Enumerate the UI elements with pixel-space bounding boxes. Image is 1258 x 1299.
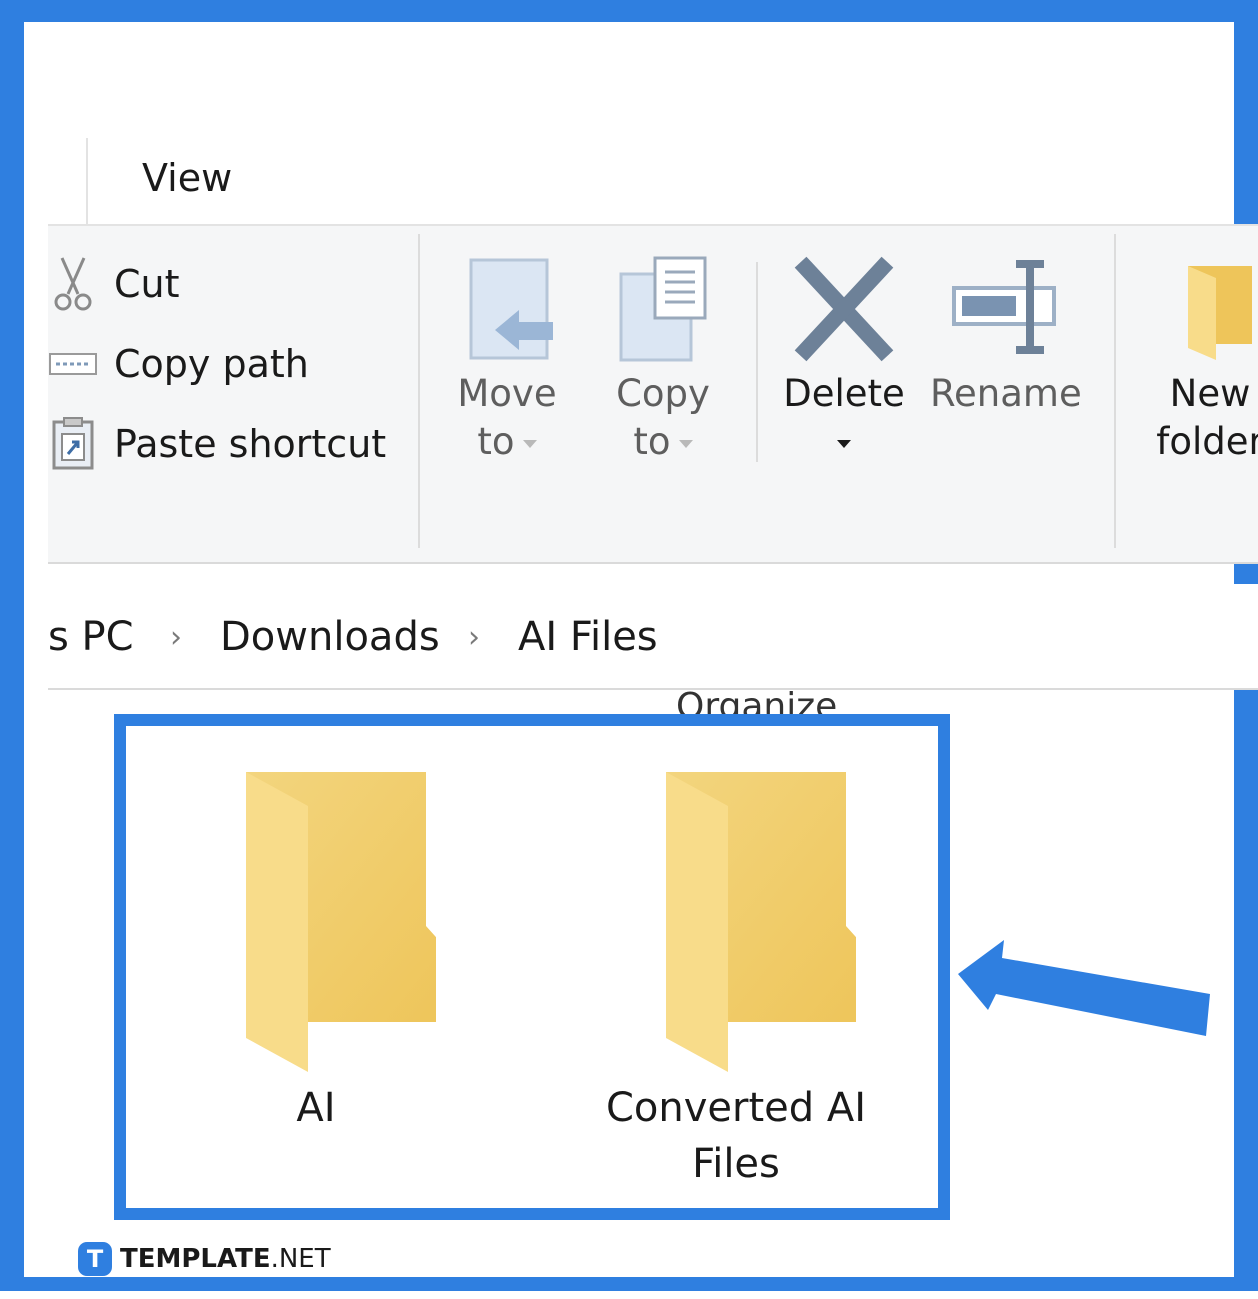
paste-shortcut-button[interactable]: Paste shortcut (48, 414, 386, 474)
folder-item-ai[interactable]: AI (146, 766, 486, 1136)
copy-to-button[interactable]: Copy to (608, 256, 718, 466)
paste-shortcut-label: Paste shortcut (114, 422, 387, 466)
rename-label: Rename (930, 372, 1082, 415)
breadcrumb-downloads[interactable]: Downloads (220, 614, 440, 660)
folder-label-line2: Files (692, 1141, 780, 1187)
chevron-down-icon (678, 439, 693, 448)
highlight-frame: View Cut Copy path Paste shortcut Move t… (0, 0, 1258, 1291)
cut-button[interactable]: Cut (48, 254, 180, 314)
delete-button[interactable]: Delete (780, 256, 908, 466)
move-to-label-line2-wrap: to (452, 418, 562, 466)
copy-to-icon (619, 256, 707, 362)
delete-caret-wrap (780, 418, 908, 466)
chevron-down-icon (522, 439, 537, 448)
logo-badge: T (78, 1242, 112, 1276)
copy-path-icon (49, 353, 97, 375)
file-explorer-window: View Cut Copy path Paste shortcut Move t… (48, 44, 1258, 1299)
delete-x-icon (794, 256, 894, 362)
new-folder-label-line1: New (1169, 372, 1251, 415)
folders-highlight-box: AI Converted AI Files (114, 714, 950, 1220)
new-folder-button[interactable]: New folder (1140, 256, 1258, 466)
new-folder-icon (1188, 266, 1252, 360)
copy-to-label-line2-wrap: to (608, 418, 718, 466)
rename-button[interactable]: Rename (930, 256, 1082, 418)
move-to-button[interactable]: Move to (452, 256, 562, 466)
breadcrumb-this-pc[interactable]: s PC (48, 614, 134, 660)
tab-home-partial[interactable] (48, 138, 88, 224)
cut-label: Cut (114, 262, 180, 306)
button-separator (756, 262, 758, 462)
copy-path-button[interactable]: Copy path (48, 334, 309, 394)
folder-label-line1: Converted AI (605, 1085, 867, 1131)
group-separator (1114, 234, 1116, 548)
delete-label: Delete (783, 372, 905, 415)
folder-icon (246, 772, 444, 1072)
chevron-right-icon[interactable]: › (170, 620, 182, 655)
copy-to-label-line2: to (633, 420, 671, 463)
rename-icon (952, 260, 1056, 354)
ribbon: Cut Copy path Paste shortcut Move to Cop… (48, 224, 1258, 727)
copy-path-label: Copy path (114, 342, 309, 386)
move-to-label-line1: Move (457, 372, 557, 415)
folder-icon (666, 772, 864, 1072)
scissors-icon (54, 257, 92, 311)
chevron-down-icon (837, 439, 851, 448)
logo-text: TEMPLATE.NET (120, 1244, 331, 1274)
chevron-right-icon[interactable]: › (468, 620, 480, 655)
copy-to-label-line1: Copy (616, 372, 710, 415)
breadcrumb-ai-files[interactable]: AI Files (518, 614, 658, 660)
callout-arrow-icon (958, 940, 1210, 1036)
breadcrumb: s PC › Downloads › AI Files (48, 584, 1258, 690)
paste-shortcut-icon (52, 417, 94, 470)
move-to-icon (469, 258, 553, 360)
folder-label: AI (296, 1085, 336, 1131)
logo-brand-bold: TEMPLATE (120, 1244, 271, 1274)
template-net-logo: T TEMPLATE.NET (78, 1242, 331, 1276)
folder-item-converted-ai-files[interactable]: Converted AI Files (546, 766, 926, 1192)
group-separator (418, 234, 420, 548)
logo-brand-rest: .NET (270, 1244, 331, 1274)
new-folder-label-line2: folder (1156, 420, 1258, 463)
tab-view[interactable]: View (142, 156, 232, 200)
move-to-label-line2: to (477, 420, 515, 463)
